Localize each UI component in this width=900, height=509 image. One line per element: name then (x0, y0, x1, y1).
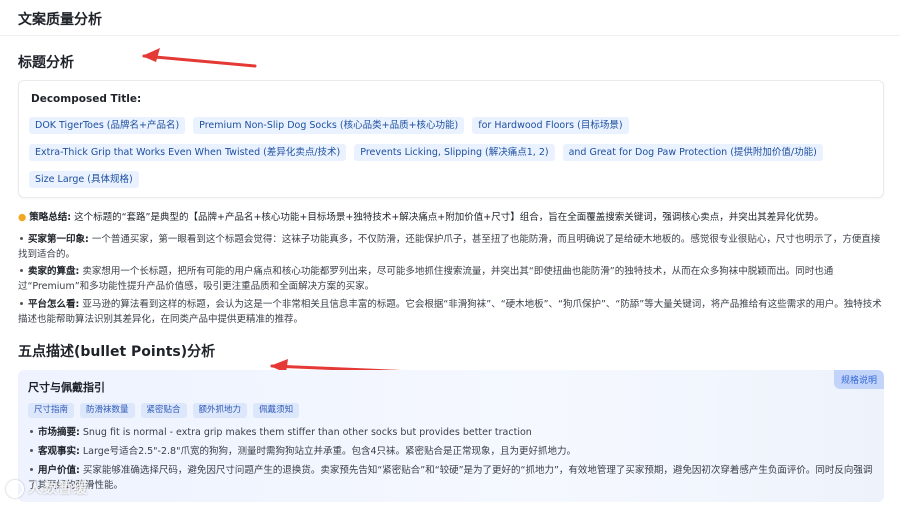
summary-text: 这个标题的“套路”是典型的【品牌+产品名+核心功能+目标场景+独特技术+解决痛点… (74, 212, 824, 223)
title-chip: DOK TigerToes (品牌名+产品名) (29, 117, 186, 134)
tag: 紧密贴合 (140, 403, 187, 418)
market-summary: 市场摘要: Snug fit is normal - extra grip ma… (28, 425, 878, 440)
bullet-points-heading: 五点描述(bullet Points)分析 (18, 344, 216, 360)
chip-row-2: Extra-Thick Grip that Works Even When Tw… (29, 144, 823, 161)
tag: 尺寸指南 (28, 403, 75, 418)
title-analysis-heading: 标题分析 (18, 55, 74, 71)
seller-strategy: 卖家的算盘: 卖家想用一个长标题，把所有可能的用户痛点和核心功能都罗列出来，尽可… (18, 264, 884, 294)
title-chip: Prevents Licking, Slipping (解决痛点1, 2) (354, 144, 555, 161)
chip-row-1: DOK TigerToes (品牌名+产品名) Premium Non-Slip… (29, 117, 629, 134)
tag: 防滑袜数量 (80, 403, 135, 418)
line-label: 客观事实: (38, 446, 80, 457)
title-chip: for Hardwood Floors (目标场景) (472, 117, 629, 134)
platform-view: 平台怎么看: 亚马逊的算法看到这样的标题，会认为这是一个非常相关且信息丰富的标题… (18, 297, 884, 327)
bullet-dot (20, 302, 23, 305)
line-text: Snug fit is normal - extra grip makes th… (82, 427, 532, 438)
title-chip: Extra-Thick Grip that Works Even When Tw… (29, 144, 347, 161)
summary-label: 策略总结: (29, 212, 72, 223)
bullet-text: 卖家想用一个长标题，把所有可能的用户痛点和核心功能都罗列出来，尽可能多地抓住搜索… (18, 266, 834, 292)
bullet-label: 买家第一印象: (28, 234, 89, 245)
line-text: Large号适合2.5"-2.8"爪宽的狗狗，测量时需狗狗站立并承重。包含4只袜… (82, 446, 577, 457)
title-chip: Size Large (具体规格) (29, 171, 139, 188)
line-label: 市场摘要: (38, 427, 80, 438)
watermark-text: 人数暂缓 (28, 481, 88, 497)
red-arrow-icon (142, 48, 257, 68)
bullet-dot (30, 430, 33, 433)
bullet-point-card: 尺寸与佩戴指引 规格说明 尺寸指南 防滑袜数量 紧密贴合 额外抓地力 佩戴须知 … (18, 370, 884, 502)
bullet-dot (20, 237, 23, 240)
watermark: 人数暂缓 (6, 478, 88, 498)
bullet-text: 一个普通买家，第一眼看到这个标题会觉得：这袜子功能真多，不仅防滑，还能保护爪子，… (18, 234, 881, 260)
bullet-dot (30, 449, 33, 452)
tag: 额外抓地力 (192, 403, 248, 418)
user-value: 用户价值: 买家能够准确选择尺码，避免因尺寸问题产生的退换货。卖家预先告知“紧密… (28, 463, 878, 493)
card-title: 尺寸与佩戴指引 (28, 381, 105, 394)
line-label: 用户价值: (38, 465, 80, 476)
page-title: 文案质量分析 (18, 12, 102, 28)
tag: 佩戴须知 (253, 403, 300, 418)
bullet-label: 卖家的算盘: (28, 266, 80, 277)
lightbulb-icon: ● (18, 212, 27, 223)
bullet-dot (30, 468, 33, 471)
top-bar: 文案质量分析 (0, 0, 900, 36)
spec-badge: 规格说明 (833, 370, 884, 389)
tag-row: 尺寸指南 防滑袜数量 紧密贴合 额外抓地力 佩戴须知 (28, 403, 300, 418)
objective-facts: 客观事实: Large号适合2.5"-2.8"爪宽的狗狗，测量时需狗狗站立并承重… (28, 444, 878, 459)
bullet-label: 平台怎么看: (28, 299, 80, 310)
decomposed-title-card: Decomposed Title: DOK TigerToes (品牌名+产品名… (18, 80, 884, 198)
title-chip: Premium Non-Slip Dog Socks (核心品类+品质+核心功能… (193, 117, 465, 134)
bullet-text: 亚马逊的算法看到这样的标题，会认为这是一个非常相关且信息丰富的标题。它会根据“非… (18, 299, 882, 325)
strategy-summary: ● 策略总结: 这个标题的“套路”是典型的【品牌+产品名+核心功能+目标场景+独特… (18, 210, 884, 225)
buyer-impression: 买家第一印象: 一个普通买家，第一眼看到这个标题会觉得：这袜子功能真多，不仅防滑… (18, 232, 884, 262)
title-chip: and Great for Dog Paw Protection (提供附加价值… (562, 144, 823, 161)
bullet-dot (20, 269, 23, 272)
decomposed-title-label: Decomposed Title: (31, 93, 142, 105)
watermark-logo-icon (6, 480, 24, 498)
chip-row-3: Size Large (具体规格) (29, 171, 139, 188)
line-text: 买家能够准确选择尺码，避免因尺寸问题产生的退换货。卖家预先告知“紧密贴合”和“较… (28, 465, 873, 491)
